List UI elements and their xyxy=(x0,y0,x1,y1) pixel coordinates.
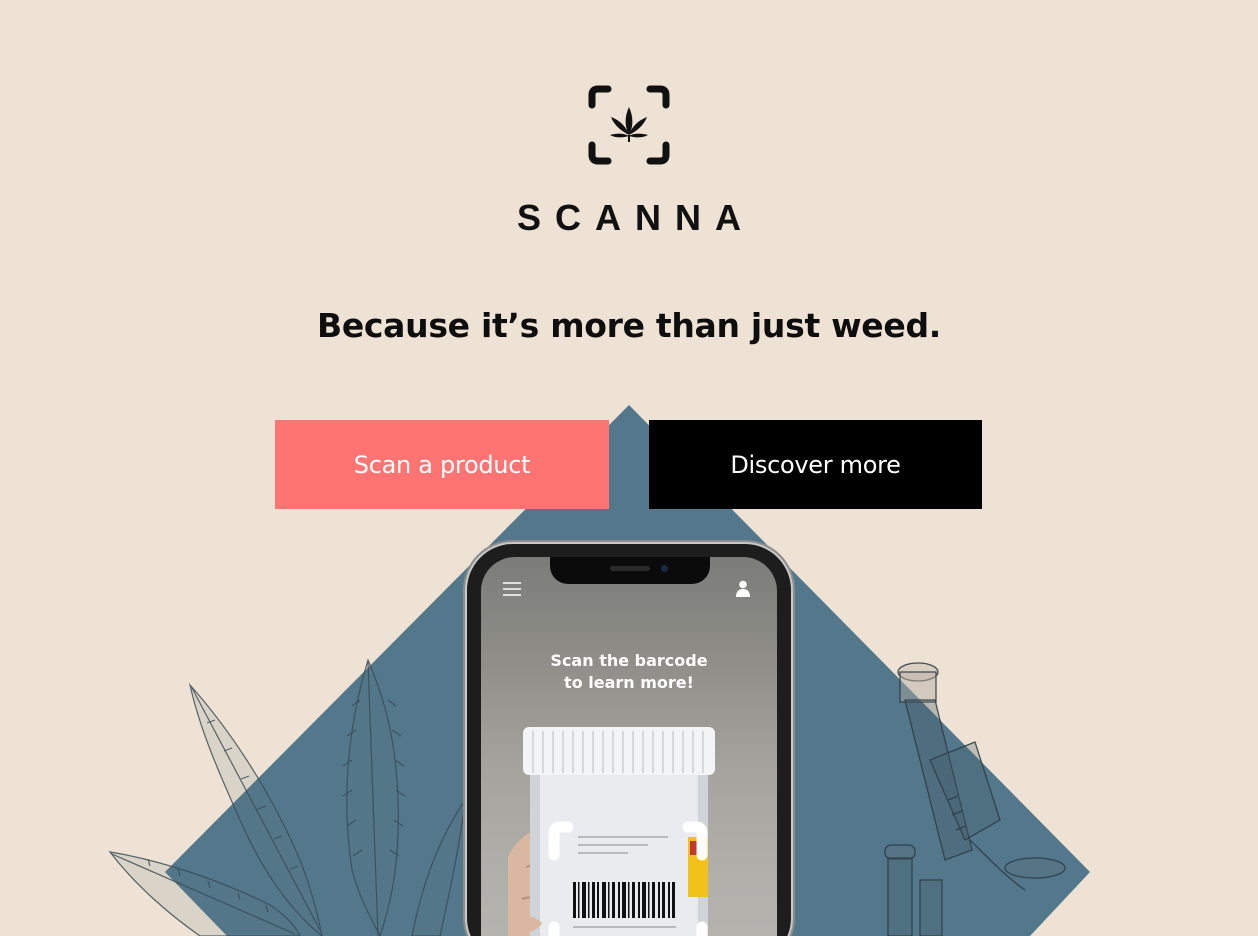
phone-screen: Scan the barcode to learn more! xyxy=(481,557,777,936)
phone-camera xyxy=(661,565,668,572)
hamburger-menu-icon[interactable] xyxy=(503,581,521,597)
discover-more-button[interactable]: Discover more xyxy=(649,420,982,509)
brand-wordmark: SCANNA xyxy=(516,197,755,238)
scan-frame-leaf-icon xyxy=(588,85,670,165)
scan-product-button[interactable]: Scan a product xyxy=(275,420,609,509)
phone-notch xyxy=(550,557,710,584)
phone-power-button xyxy=(791,700,795,762)
scan-prompt: Scan the barcode to learn more! xyxy=(481,650,777,694)
product-jar-image xyxy=(508,727,715,936)
scan-prompt-line-1: Scan the barcode xyxy=(550,651,708,670)
user-icon[interactable] xyxy=(736,580,750,598)
scan-prompt-line-2: to learn more! xyxy=(564,673,694,692)
phone-speaker xyxy=(610,566,650,571)
hero-tagline: Because it’s more than just weed. xyxy=(316,306,942,345)
phone-mockup: Scan the barcode to learn more! xyxy=(467,544,791,936)
page: SCANNA Because it’s more than just weed.… xyxy=(0,0,1258,936)
